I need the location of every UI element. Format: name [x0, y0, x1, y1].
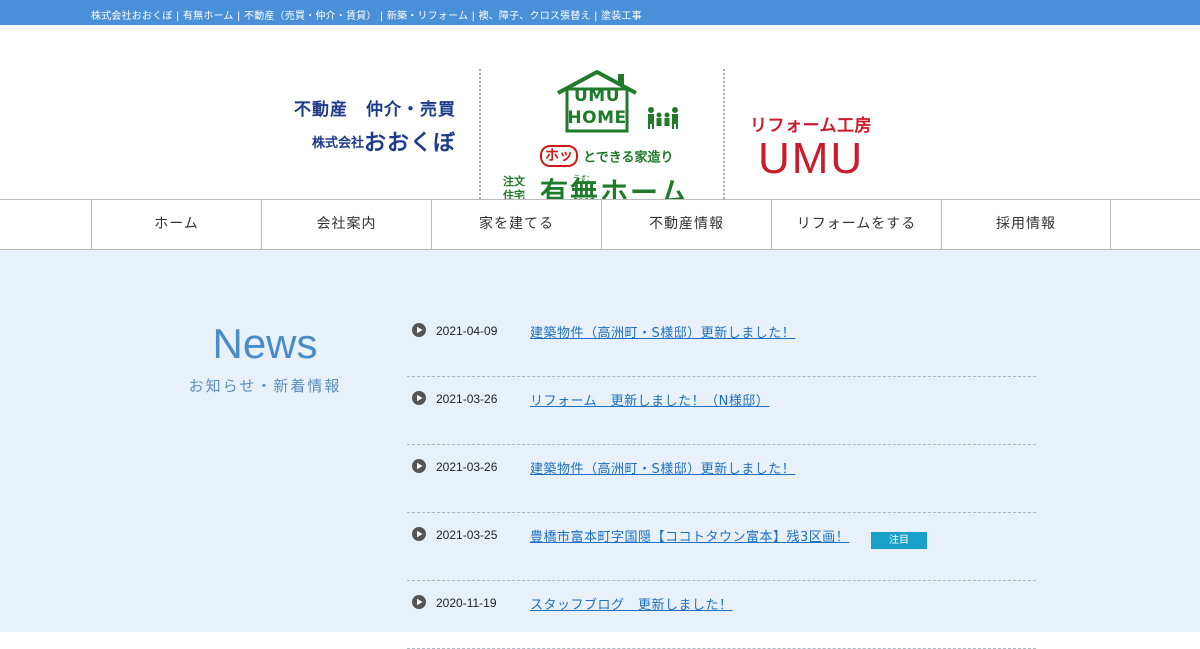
okubo-tagline: 不動産 仲介・売買	[294, 100, 456, 120]
top-info-text: 株式会社おおくぼ | 有無ホーム | 不動産（売買・仲介・賃貸） | 新築・リフ…	[91, 11, 642, 22]
play-circle-icon	[412, 527, 426, 541]
okubo-company-name: 株式会社おおくぼ	[288, 125, 456, 157]
news-section: News お知らせ・新着情報 2021-04-09 建築物件（高洲町・S様邸）更…	[0, 250, 1200, 649]
tagline: ホッ とできる家造り	[540, 145, 673, 167]
news-date: 2020-11-19	[436, 596, 497, 610]
nav-recruit[interactable]: 採用情報	[941, 200, 1111, 249]
site-header: 不動産 仲介・売買 株式会社おおくぼ UMU HOME ホッ とできる家造り 注…	[0, 25, 1200, 211]
play-circle-icon	[412, 595, 426, 609]
tagline-text: とできる家造り	[583, 150, 674, 166]
news-date: 2021-03-26	[436, 392, 498, 406]
nav-home[interactable]: ホーム	[91, 200, 261, 249]
okubo-prefix: 株式会社	[311, 136, 364, 151]
news-date: 2021-03-25	[436, 528, 498, 542]
top-info-bar: 株式会社おおくぼ | 有無ホーム | 不動産（売買・仲介・賃貸） | 新築・リフ…	[0, 0, 1200, 25]
news-link[interactable]: 建築物件（高洲町・S様邸）更新しました！	[530, 322, 795, 341]
news-date: 2021-03-26	[436, 460, 498, 474]
news-item: 2021-03-26 建築物件（高洲町・S様邸）更新しました！	[407, 445, 1036, 513]
nav-real-estate[interactable]: 不動産情報	[601, 200, 771, 249]
news-link[interactable]: 建築物件（高洲町・S様邸）更新しました！	[530, 458, 795, 477]
news-heading: News	[212, 320, 318, 367]
nav-company[interactable]: 会社案内	[261, 200, 431, 249]
hot-badge: ホッ	[540, 145, 578, 167]
news-link[interactable]: 豊橋市富本町字国隠【ココトタウン富本】残3区画！	[530, 526, 849, 545]
news-item: 2021-03-25 豊橋市富本町字国隠【ココトタウン富本】残3区画！ 注目	[407, 513, 1036, 581]
nav-reform[interactable]: リフォームをする	[771, 200, 941, 249]
nav-build-house[interactable]: 家を建てる	[431, 200, 601, 249]
okubo-logo[interactable]: 不動産 仲介・売買 株式会社おおくぼ	[288, 95, 456, 157]
news-date: 2021-04-09	[436, 324, 498, 338]
news-link[interactable]: スタッフブログ 更新しました！	[530, 594, 733, 613]
play-circle-icon	[412, 323, 426, 337]
play-circle-icon	[412, 459, 426, 473]
umu-ruby-text: うむ	[572, 175, 591, 185]
header-divider-right	[723, 69, 725, 211]
featured-badge: 注目	[871, 532, 927, 549]
okubo-name: おおくぼ	[363, 131, 456, 156]
news-item: 2020-11-19 スタッフブログ 更新しました！	[407, 581, 1036, 649]
umu-logo-text: UMU	[573, 86, 621, 106]
global-nav: ホーム 会社案内 家を建てる 不動産情報 リフォームをする 採用情報	[0, 199, 1200, 250]
news-link[interactable]: リフォーム 更新しました！（N様邸）	[530, 390, 769, 409]
header-divider-left	[479, 69, 481, 211]
family-icon	[648, 107, 678, 129]
news-item: 2021-04-09 建築物件（高洲町・S様邸）更新しました！	[407, 309, 1036, 377]
news-item: 2021-03-26 リフォーム 更新しました！（N様邸）	[407, 377, 1036, 445]
reform-studio-label: リフォーム工房	[750, 116, 872, 136]
reform-umu-logo[interactable]: UMU	[758, 134, 864, 184]
play-circle-icon	[412, 391, 426, 405]
news-subheading: お知らせ・新着情報	[188, 377, 342, 395]
home-logo-text: HOME	[567, 108, 627, 128]
